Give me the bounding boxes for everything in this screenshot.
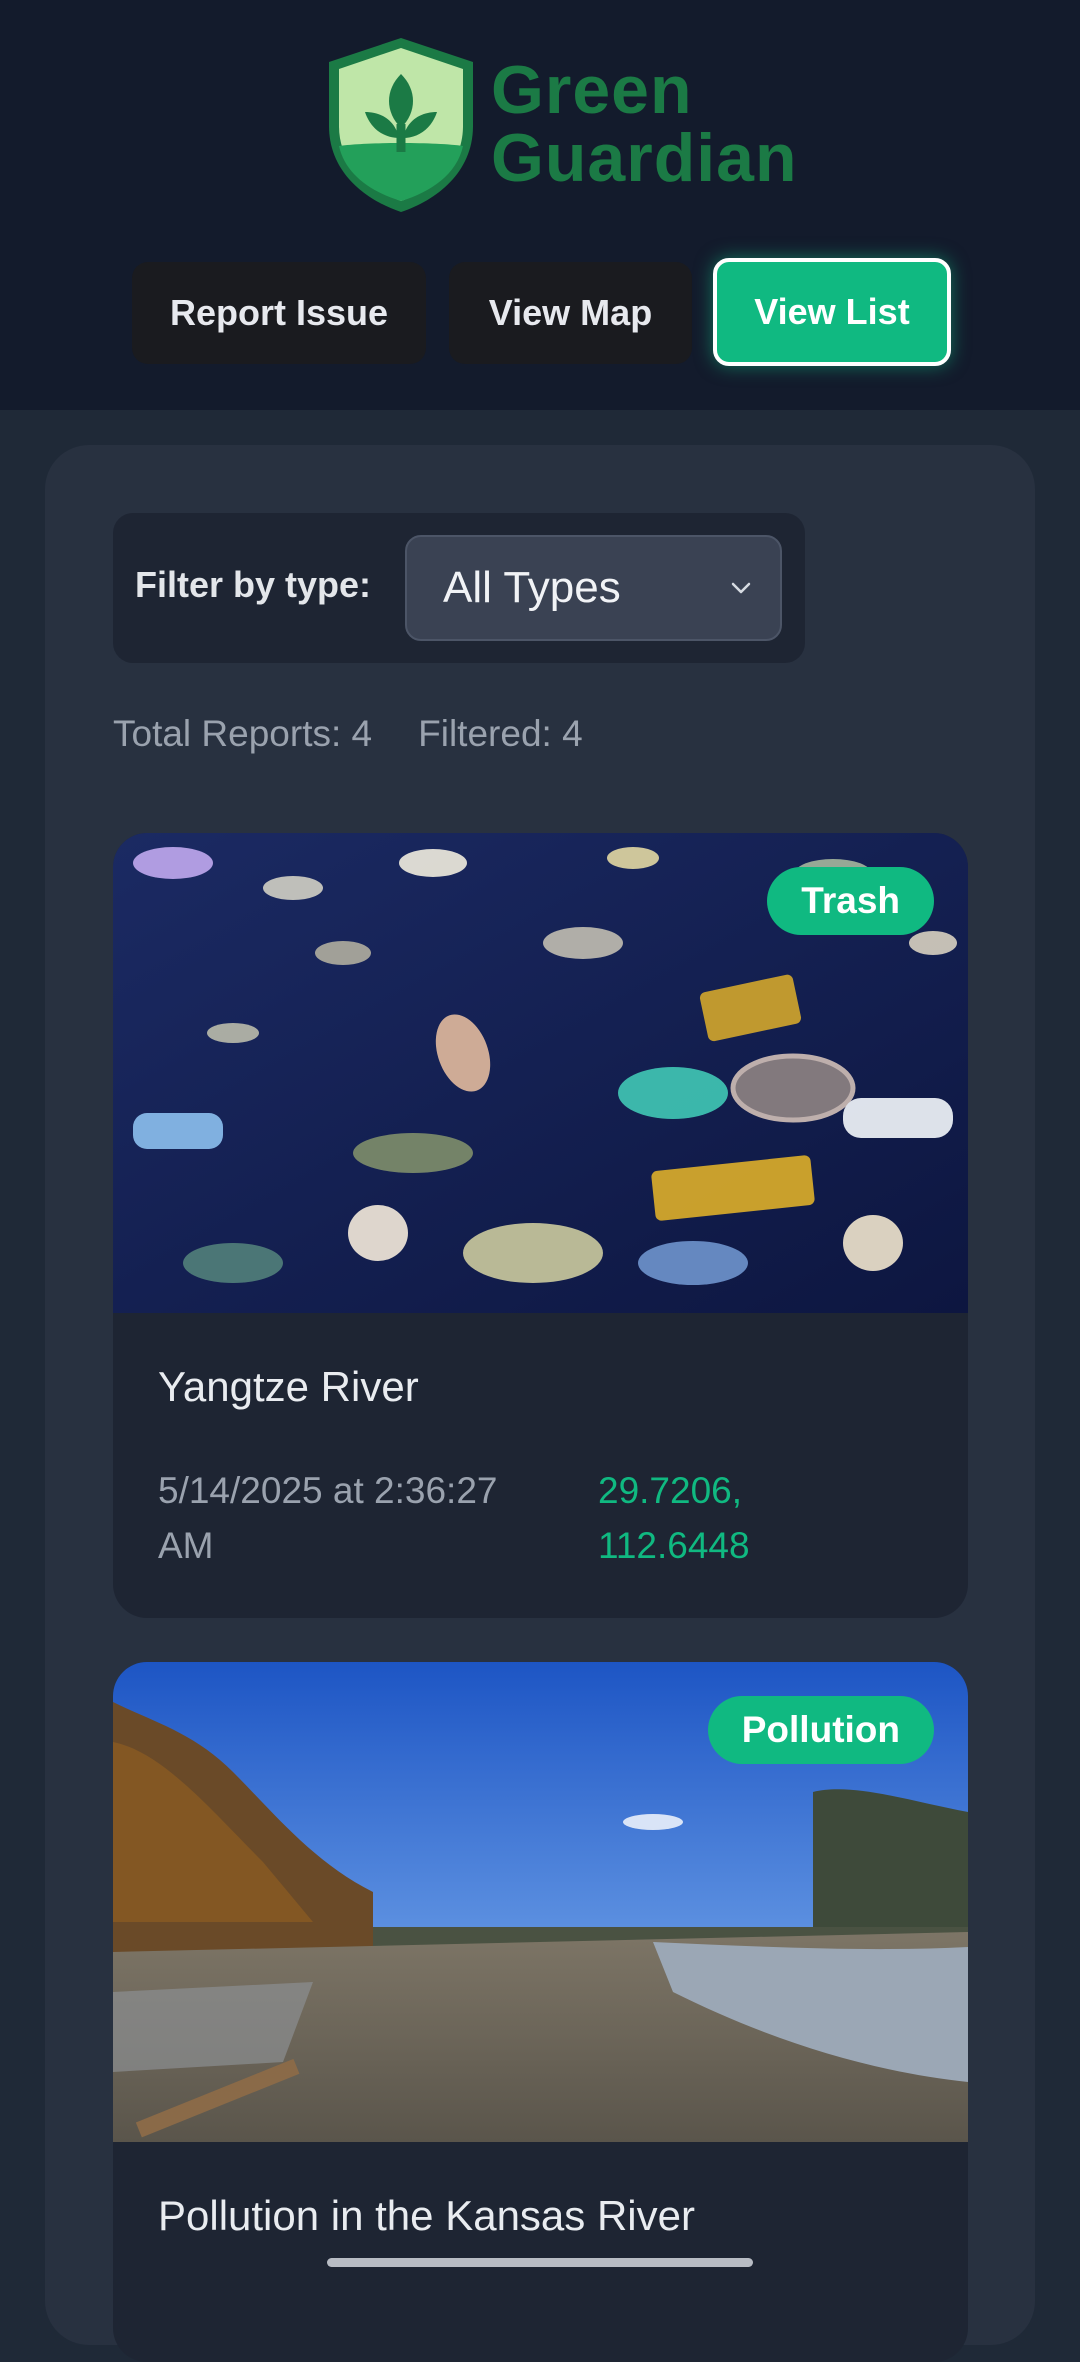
type-filter-select[interactable]: All Types — [405, 535, 782, 641]
logo-line-2: Guardian — [491, 120, 798, 196]
filtered-count: Filtered: 4 — [418, 713, 583, 754]
total-reports-count: Total Reports: 4 — [113, 713, 373, 754]
report-stats: Total Reports: 4 Filtered: 4 — [113, 713, 583, 755]
report-coordinates[interactable]: 29.7206, 112.6448 — [598, 1463, 818, 1573]
report-date: 5/14/2025 at 2:36:27 AM — [158, 1470, 498, 1566]
report-card[interactable]: Pollution Pollution in the Kansas River — [113, 1662, 968, 2362]
home-indicator[interactable] — [327, 2258, 753, 2267]
app-logo[interactable]: Green Guardian — [325, 34, 798, 214]
logo-line-1: Green — [491, 52, 693, 128]
report-card[interactable]: Trash Yangtze River 5/14/2025 at 2:36:27… — [113, 833, 968, 1618]
app-header: Green Guardian Report Issue View Map Vie… — [0, 0, 1080, 410]
view-list-button[interactable]: View List — [713, 258, 951, 366]
filter-selected-value: All Types — [443, 563, 621, 612]
report-title: Pollution in the Kansas River — [158, 2192, 695, 2239]
app-logo-text: Green Guardian — [491, 56, 798, 192]
shield-leaf-icon — [329, 38, 473, 212]
report-type-badge: Trash — [767, 867, 934, 935]
view-map-button[interactable]: View Map — [449, 262, 692, 364]
report-title: Yangtze River — [158, 1363, 419, 1410]
report-issue-button[interactable]: Report Issue — [132, 262, 426, 364]
report-type-badge: Pollution — [707, 1696, 934, 1764]
filter-label: Filter by type: — [135, 564, 372, 605]
chevron-down-icon — [731, 582, 751, 594]
